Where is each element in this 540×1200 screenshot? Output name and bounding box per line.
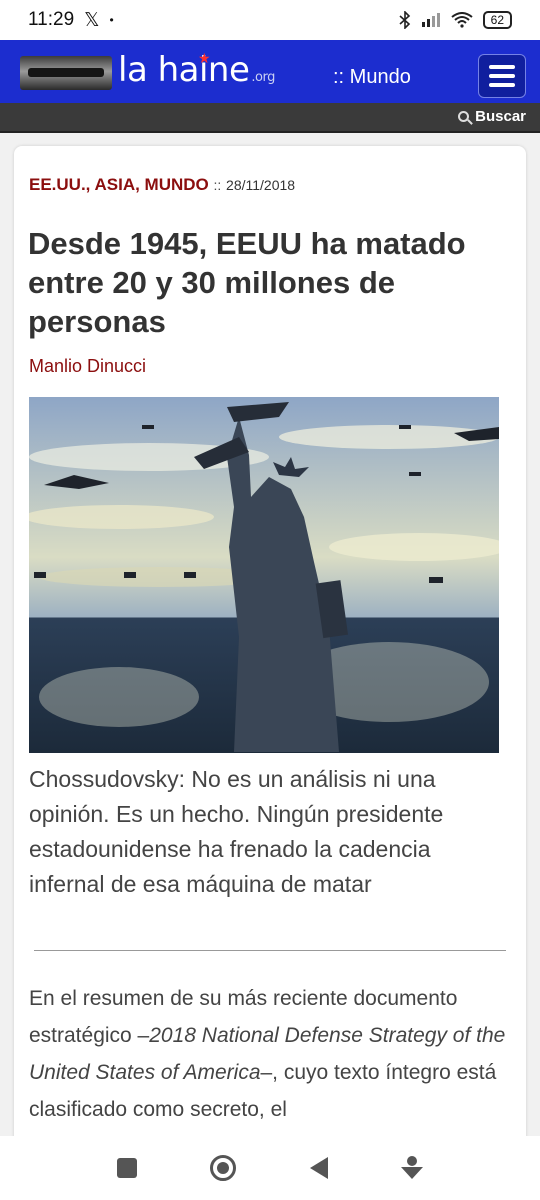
menu-button[interactable] <box>478 54 526 98</box>
menu-icon-bar <box>489 74 515 78</box>
search-bar: Buscar <box>0 103 540 133</box>
battery-icon: 62 <box>482 11 512 29</box>
wifi-icon <box>451 12 473 28</box>
article-categories[interactable]: EE.UU., ASIA, MUNDO <box>29 175 209 194</box>
signal-icon <box>421 13 440 27</box>
article-title: Desde 1945, EEUU ha matado entre 20 y 30… <box>28 226 466 339</box>
article-summary: Chossudovsky: No es un análisis ni una o… <box>29 766 444 897</box>
nav-back-icon[interactable] <box>309 1157 328 1179</box>
nav-home-icon[interactable] <box>210 1155 237 1181</box>
site-logo[interactable]: la haine .org <box>118 50 275 90</box>
x-icon: 𝕏 <box>84 9 100 31</box>
android-nav-bar <box>0 1136 540 1200</box>
article-date: 28/11/2018 <box>226 177 296 193</box>
search-label: Buscar <box>475 108 526 125</box>
logo-org: .org <box>251 70 275 85</box>
meta-separator: :: <box>213 177 222 193</box>
menu-icon-bar <box>489 65 515 69</box>
menu-icon-bar <box>489 83 515 87</box>
nav-recents-icon[interactable] <box>116 1158 137 1178</box>
nav-assistant-icon[interactable] <box>401 1156 424 1180</box>
status-bar: 11:29 𝕏 • 62 <box>0 0 540 40</box>
statue-of-liberty-image <box>29 397 499 753</box>
search-button[interactable]: Buscar <box>458 108 526 125</box>
bluetooth-icon <box>399 11 410 29</box>
search-icon <box>458 111 470 122</box>
article-body: En el resumen de su más reciente documen… <box>29 980 519 1128</box>
status-time: 11:29 <box>28 9 75 30</box>
divider <box>34 950 506 951</box>
article-meta: EE.UU., ASIA, MUNDO :: 28/11/2018 <box>29 175 295 195</box>
site-header: la haine .org ★ :: Mundo <box>0 40 540 103</box>
logo-star-icon: ★ <box>198 50 211 66</box>
notification-dot: • <box>109 13 114 27</box>
logo-image[interactable] <box>20 56 112 90</box>
article-author[interactable]: Manlio Dinucci <box>29 356 146 377</box>
section-title: :: Mundo <box>333 66 411 88</box>
article-card: EE.UU., ASIA, MUNDO :: 28/11/2018 Desde … <box>14 146 526 1146</box>
logo-text: la haine <box>118 50 250 90</box>
